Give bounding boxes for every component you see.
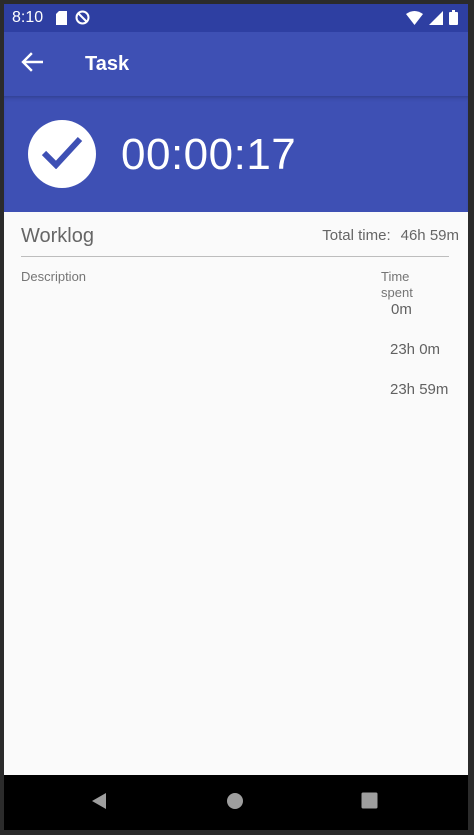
complete-task-button[interactable] <box>28 120 96 188</box>
total-time-label: Total time: <box>322 227 391 244</box>
do-not-disturb-icon <box>75 10 90 30</box>
navigation-bar <box>4 775 468 830</box>
nav-back-button[interactable] <box>88 792 110 814</box>
list-item[interactable]: 23h 59m <box>4 380 468 420</box>
total-time: Total time: 46h 59m <box>322 227 459 245</box>
back-triangle-icon <box>91 792 107 815</box>
status-time: 8:10 <box>12 9 44 26</box>
page-title: Task <box>85 53 130 75</box>
worklog-title: Worklog <box>21 225 94 247</box>
check-circle-icon <box>40 135 84 174</box>
nav-recents-button[interactable] <box>358 792 380 814</box>
status-right-icons <box>406 10 458 30</box>
battery-icon <box>449 10 458 30</box>
recents-square-icon <box>361 792 378 814</box>
signal-icon <box>429 10 443 30</box>
timer-header: 00:00:17 <box>4 96 468 212</box>
list-item[interactable]: 23h 0m <box>4 340 468 380</box>
back-button[interactable] <box>18 50 46 78</box>
log-time-spent: 23h 0m <box>390 341 441 358</box>
status-bar: 8:10 <box>4 4 468 32</box>
sd-card-icon <box>56 10 67 30</box>
app-screen: 8:10 Task 00:00:17 Worklog Total time: 4… <box>4 4 468 830</box>
total-time-value: 46h 59m <box>400 227 459 244</box>
timer-value: 00:00:17 <box>121 130 297 179</box>
list-item[interactable]: 0m <box>4 300 468 340</box>
divider <box>21 256 449 257</box>
log-time-spent: 23h 59m <box>390 381 449 398</box>
log-time-spent: 0m <box>391 301 412 318</box>
column-header-time-spent: Time spent <box>381 269 413 300</box>
app-bar: Task <box>4 32 468 96</box>
nav-home-button[interactable] <box>224 792 246 814</box>
column-header-description: Description <box>21 269 87 284</box>
arrow-back-icon <box>21 51 44 77</box>
wifi-icon <box>406 10 423 30</box>
status-left-icons <box>56 10 90 30</box>
home-circle-icon <box>226 792 244 815</box>
